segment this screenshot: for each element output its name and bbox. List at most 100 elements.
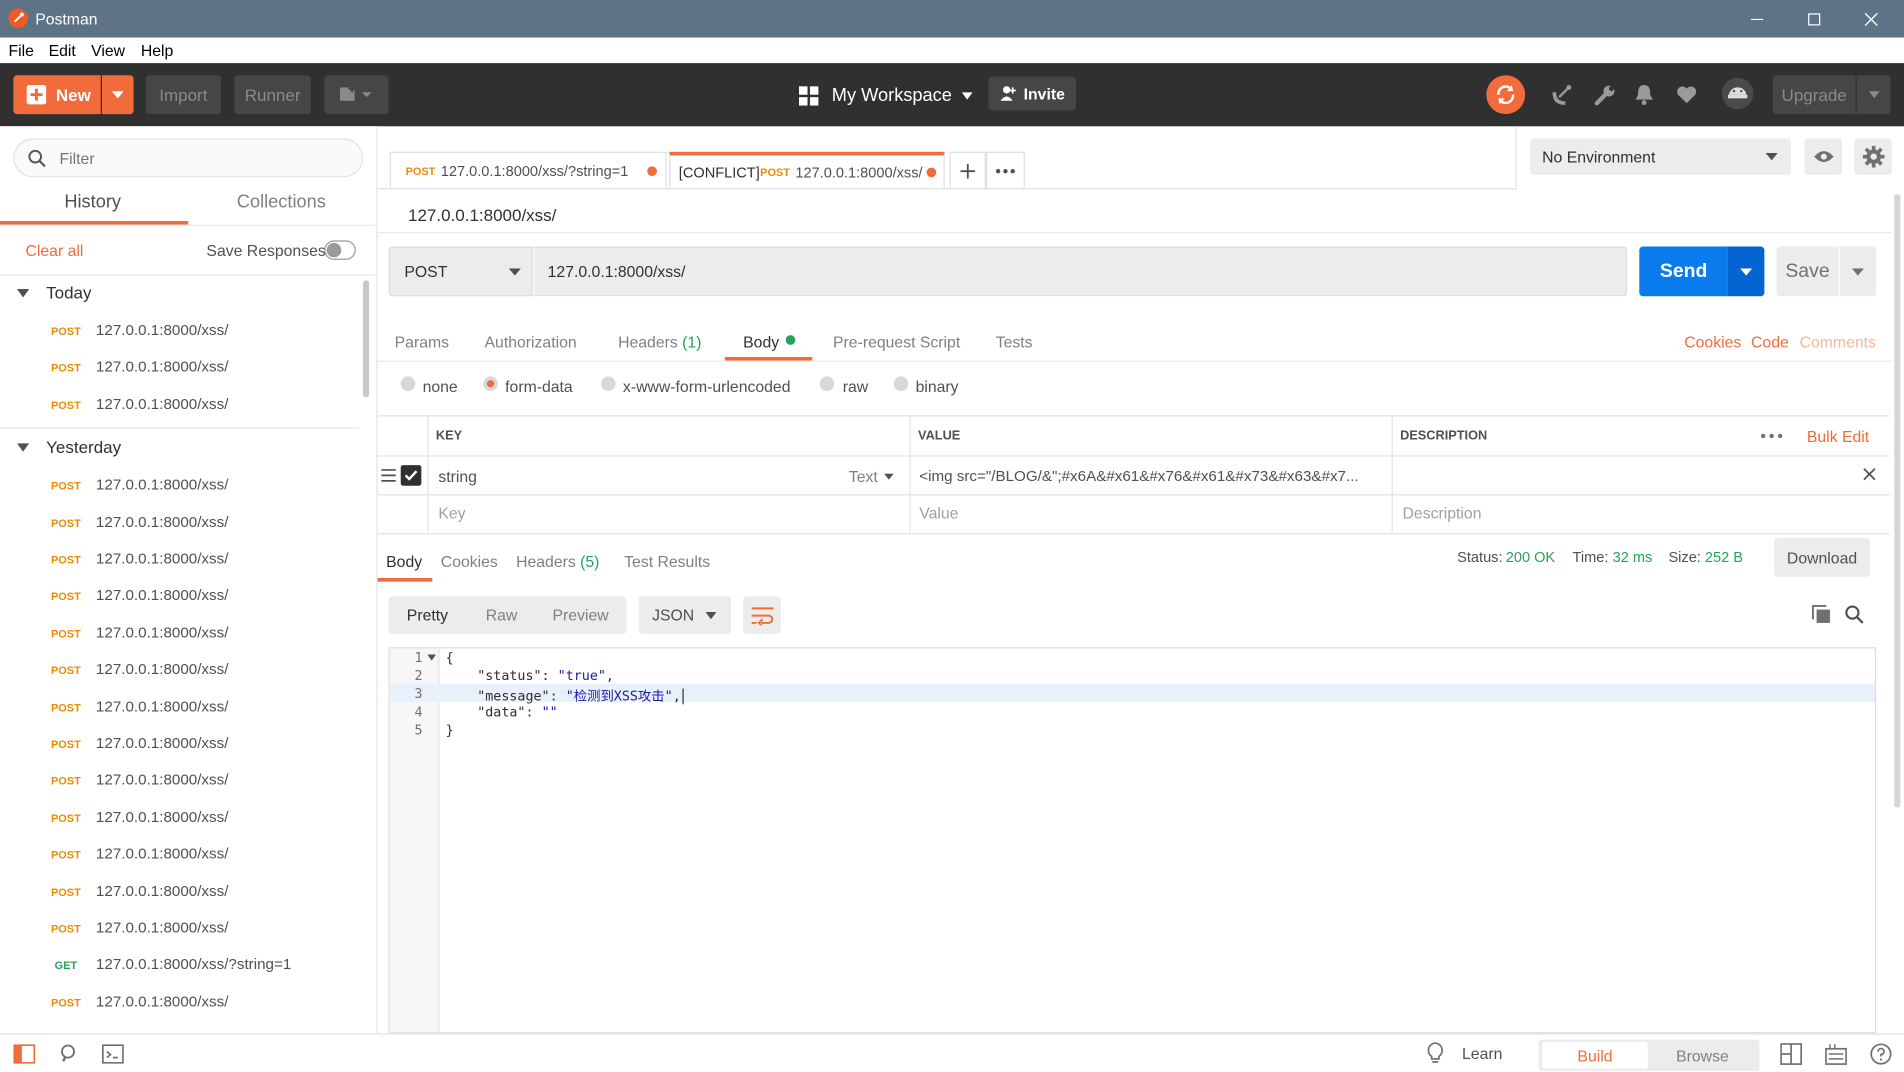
tab-options-button[interactable] [986,151,1025,190]
upgrade-dropdown-button[interactable] [1856,75,1891,115]
row-key-input[interactable]: string [438,468,477,486]
history-item[interactable]: POST 127.0.0.1:8000/xss/ [0,614,364,650]
response-tab-test-results[interactable]: Test Results [624,553,710,571]
history-item[interactable]: POST 127.0.0.1:8000/xss/ [0,910,364,946]
menu-file[interactable]: File [9,41,34,59]
tab-history[interactable]: History [64,192,121,213]
table-options-button[interactable] [1760,433,1783,439]
view-raw[interactable]: Raw [486,606,518,624]
search-response-button[interactable] [1845,605,1864,624]
history-item[interactable]: POST 127.0.0.1:8000/xss/ [0,688,364,724]
new-tab-button[interactable] [949,151,987,190]
import-button[interactable]: Import [145,75,222,115]
request-name[interactable]: 127.0.0.1:8000/xss/ [408,205,556,224]
history-item[interactable]: POST 127.0.0.1:8000/xss/ [0,983,364,1019]
bulk-edit-link[interactable]: Bulk Edit [1807,427,1869,445]
wrap-lines-button[interactable] [743,596,781,634]
invite-button[interactable]: Invite [988,76,1076,111]
build-mode-button[interactable]: Build [1542,1041,1648,1069]
radio-form-data[interactable] [483,376,498,392]
upgrade-button[interactable]: Upgrade [1772,75,1856,115]
radio-binary[interactable] [893,376,909,392]
notifications-button[interactable] [1630,80,1659,109]
tab-tests[interactable]: Tests [996,333,1033,351]
find-button[interactable] [58,1043,80,1065]
response-tab-cookies[interactable]: Cookies [441,553,498,571]
manage-environments-button[interactable] [1854,138,1892,175]
interceptor-button[interactable] [1548,80,1577,109]
radio-none[interactable] [400,376,416,392]
history-item[interactable]: POST 127.0.0.1:8000/xss/ [0,577,364,613]
learn-button[interactable]: Learn [1427,1042,1502,1064]
history-item[interactable]: POST 127.0.0.1:8000/xss/ [0,386,364,422]
drag-handle[interactable] [381,469,396,482]
response-tab-headers[interactable]: Headers (5) [516,553,599,571]
sync-button[interactable] [1486,75,1526,115]
response-tab-body[interactable]: Body [386,553,422,571]
new-window-button[interactable] [324,75,389,115]
tab-body[interactable]: Body [743,333,779,351]
save-button[interactable]: Save [1776,246,1839,297]
new-dropdown-button[interactable] [102,75,134,115]
toggle-sidebar-button[interactable] [13,1044,36,1064]
filter-field[interactable] [13,138,364,178]
environment-select[interactable]: No Environment [1530,138,1792,175]
row-value-input[interactable]: <img src="/BLOG/&";#x6A&#x61&#x76&#x61&#… [919,468,1387,485]
url-input[interactable]: 127.0.0.1:8000/xss/ [548,262,686,280]
code-link[interactable]: Code [1751,333,1789,351]
history-item[interactable]: POST 127.0.0.1:8000/xss/ [0,651,364,687]
workspace-switcher[interactable]: My Workspace [799,85,973,106]
url-field[interactable]: 127.0.0.1:8000/xss/ [534,246,1628,297]
request-tab-active[interactable]: [CONFLICT] POST 127.0.0.1:8000/xss/ [669,151,945,190]
history-group-header[interactable]: Today [17,283,92,302]
menu-view[interactable]: View [91,41,125,59]
tab-pre-request-script[interactable]: Pre-request Script [833,333,960,351]
menu-help[interactable]: Help [141,41,173,59]
history-item[interactable]: POST 127.0.0.1:8000/xss/ [0,540,364,576]
radio-raw[interactable] [819,376,835,392]
save-responses-toggle[interactable] [324,240,356,260]
history-item[interactable]: POST 127.0.0.1:8000/xss/ [0,503,364,539]
send-button[interactable]: Send [1639,246,1728,297]
tab-params[interactable]: Params [395,333,449,351]
row-type-select[interactable]: Text [849,468,894,486]
menu-edit[interactable]: Edit [49,41,76,59]
history-item[interactable]: GET 127.0.0.1:8000/xss/?string=1 [0,946,364,982]
keyboard-shortcuts-button[interactable] [1825,1043,1847,1065]
filter-input[interactable] [57,147,354,169]
history-item[interactable]: POST 127.0.0.1:8000/xss/ [0,762,364,798]
send-dropdown-button[interactable] [1727,246,1765,297]
history-item[interactable]: POST 127.0.0.1:8000/xss/ [0,349,364,385]
console-button[interactable] [102,1044,124,1064]
environment-quick-look-button[interactable] [1804,138,1843,175]
close-window-button[interactable] [1843,0,1899,38]
runner-button[interactable]: Runner [234,75,311,115]
request-tab[interactable]: POST 127.0.0.1:8000/xss/?string=1 [389,151,667,190]
new-description-input[interactable]: Description [1403,504,1482,522]
maximize-button[interactable] [1786,0,1842,38]
clear-all-link[interactable]: Clear all [26,242,84,260]
help-button[interactable] [1870,1043,1892,1065]
copy-response-button[interactable] [1811,604,1831,624]
view-preview[interactable]: Preview [553,606,609,624]
download-button[interactable]: Download [1774,537,1871,577]
view-pretty[interactable]: Pretty [407,606,448,624]
cookies-link[interactable]: Cookies [1684,333,1741,351]
tab-collections[interactable]: Collections [237,192,326,213]
main-scrollbar[interactable] [1894,194,1901,808]
minimize-button[interactable] [1729,0,1785,38]
new-value-input[interactable]: Value [919,504,958,522]
tab-headers[interactable]: Headers (1) [618,333,701,351]
format-select[interactable]: JSON [638,596,732,634]
browse-mode-button[interactable]: Browse [1649,1042,1756,1069]
comments-link[interactable]: Comments [1800,333,1876,351]
new-button[interactable]: New [13,75,101,115]
history-item[interactable]: POST 127.0.0.1:8000/xss/ [0,312,364,348]
fold-arrow-icon[interactable] [427,654,436,661]
tab-authorization[interactable]: Authorization [485,333,577,351]
user-avatar[interactable] [1721,77,1754,110]
history-item[interactable]: POST 127.0.0.1:8000/xss/ [0,725,364,761]
history-item[interactable]: POST 127.0.0.1:8000/xss/ [0,799,364,835]
delete-row-button[interactable] [1863,468,1876,481]
history-group-header[interactable]: Yesterday [17,437,121,457]
